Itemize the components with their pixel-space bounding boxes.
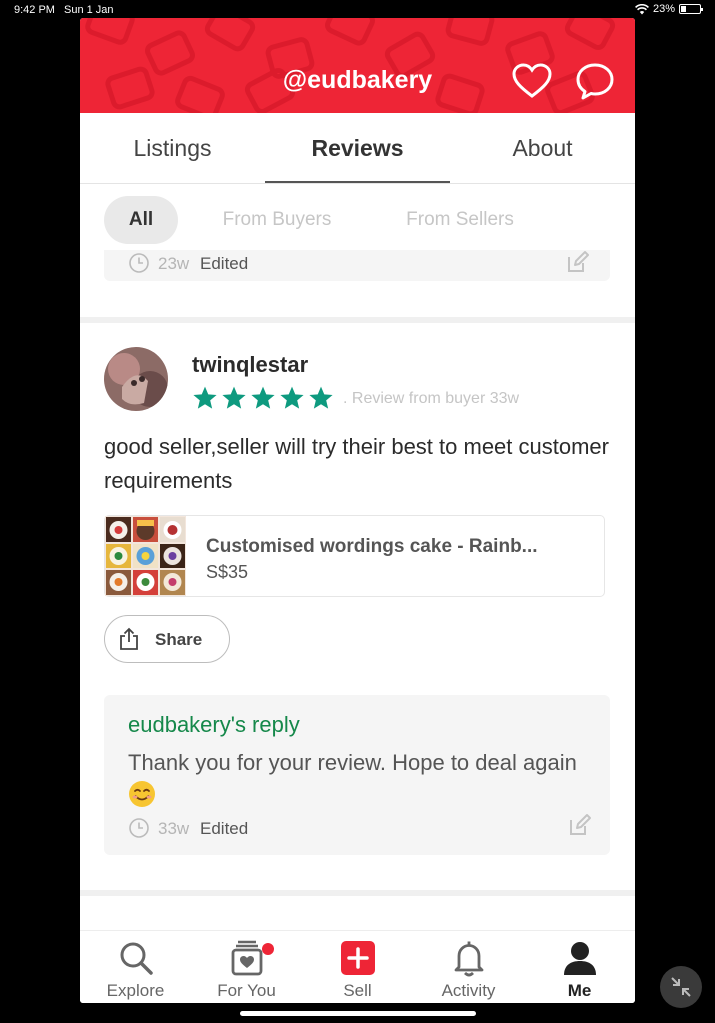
filter-from-sellers-chip[interactable]: From Sellers bbox=[385, 196, 535, 244]
status-bar: 9:42 PM Sun 1 Jan 23% bbox=[0, 0, 715, 20]
user-icon bbox=[564, 942, 596, 975]
status-indicators: 23% bbox=[635, 3, 703, 15]
heart-icon bbox=[512, 63, 552, 98]
review-text: good seller,seller will try their best t… bbox=[104, 434, 609, 493]
listing-title: Customised wordings cake - Rainb... bbox=[206, 536, 538, 557]
reply-time: 33w bbox=[158, 819, 190, 838]
nav-activity-label: Activity bbox=[441, 981, 496, 1000]
edit-icon[interactable] bbox=[566, 250, 590, 274]
seller-reply-box: eudbakery's reply Thank you for your rev… bbox=[104, 695, 610, 855]
status-date: Sun 1 Jan bbox=[64, 4, 114, 16]
reviewed-listing-card[interactable]: Customised wordings cake - Rainb... S$35 bbox=[104, 515, 605, 597]
nav-activity[interactable]: Activity bbox=[413, 931, 524, 1003]
reply-edited: Edited bbox=[200, 819, 249, 838]
profile-header: @eudbakery bbox=[80, 18, 635, 113]
app-window: @eudbakery Listings Reviews About All Fr… bbox=[80, 18, 635, 1003]
tab-about[interactable]: About bbox=[450, 113, 635, 183]
active-tab-indicator bbox=[265, 181, 450, 183]
star-icon bbox=[251, 386, 275, 409]
nav-me-label: Me bbox=[567, 981, 592, 1000]
edit-icon[interactable] bbox=[568, 813, 592, 837]
star-icon bbox=[193, 386, 217, 409]
chat-bubble-icon bbox=[576, 63, 614, 100]
nav-sell[interactable]: Sell bbox=[302, 931, 413, 1003]
filter-from-buyers-chip[interactable]: From Buyers bbox=[202, 196, 352, 244]
profile-tabs: Listings Reviews About bbox=[80, 113, 635, 184]
nav-me[interactable]: Me bbox=[524, 931, 635, 1003]
collapse-window-button[interactable] bbox=[660, 966, 702, 1008]
previous-reply-box: 23w Edited bbox=[104, 250, 610, 281]
reviews-list[interactable]: 23w Edited twinqlestar . Review from buy… bbox=[80, 250, 635, 930]
reviewer-username[interactable]: twinqlestar bbox=[192, 352, 308, 378]
nav-explore[interactable]: Explore bbox=[80, 931, 191, 1003]
nav-for-you-label: For You bbox=[217, 981, 276, 1000]
star-icon bbox=[309, 386, 333, 409]
review-meta: . Review from buyer 33w bbox=[343, 390, 520, 407]
review-filters: All From Buyers From Sellers bbox=[80, 184, 635, 250]
tab-listings[interactable]: Listings bbox=[80, 113, 265, 183]
share-icon bbox=[120, 627, 138, 650]
status-time: 9:42 PM bbox=[14, 4, 55, 16]
filter-all-chip[interactable]: All bbox=[104, 196, 178, 244]
reviewer-avatar[interactable] bbox=[104, 347, 168, 411]
bell-icon bbox=[454, 941, 484, 977]
reply-text: Thank you for your review. Hope to deal … bbox=[128, 750, 577, 775]
battery-percent: 23% bbox=[652, 3, 675, 15]
previous-reply-time: 23w bbox=[158, 254, 190, 273]
review-divider bbox=[80, 890, 635, 896]
nav-explore-label: Explore bbox=[106, 981, 165, 1000]
reply-text-container: Thank you for your review. Hope to deal … bbox=[128, 746, 598, 814]
rating-stars bbox=[192, 385, 334, 411]
review-divider bbox=[80, 317, 635, 323]
share-button[interactable]: Share bbox=[104, 615, 230, 663]
nav-sell-label: Sell bbox=[343, 981, 372, 1000]
favorite-button[interactable] bbox=[512, 63, 552, 99]
previous-reply-edited: Edited bbox=[200, 254, 249, 273]
share-label: Share bbox=[155, 630, 203, 649]
reply-title: eudbakery's reply bbox=[128, 712, 300, 737]
clock-icon bbox=[129, 818, 149, 838]
collapse-arrows-icon bbox=[671, 977, 691, 997]
bottom-nav: Explore For You Sell Activity Me bbox=[80, 930, 635, 1003]
listing-thumbnail bbox=[105, 516, 186, 596]
for-you-icon bbox=[231, 940, 263, 976]
chat-button[interactable] bbox=[575, 62, 615, 100]
listing-price: S$35 bbox=[206, 562, 249, 582]
smiling-face-icon bbox=[129, 781, 155, 807]
home-indicator[interactable] bbox=[240, 1011, 476, 1016]
wifi-icon bbox=[635, 3, 649, 15]
clock-icon bbox=[129, 253, 149, 273]
star-icon bbox=[222, 386, 246, 409]
notification-dot bbox=[262, 943, 274, 955]
search-icon bbox=[120, 942, 153, 975]
battery-icon bbox=[679, 4, 703, 14]
star-icon bbox=[280, 386, 304, 409]
plus-icon bbox=[341, 941, 375, 975]
nav-for-you[interactable]: For You bbox=[191, 931, 302, 1003]
tab-reviews[interactable]: Reviews bbox=[265, 113, 450, 183]
